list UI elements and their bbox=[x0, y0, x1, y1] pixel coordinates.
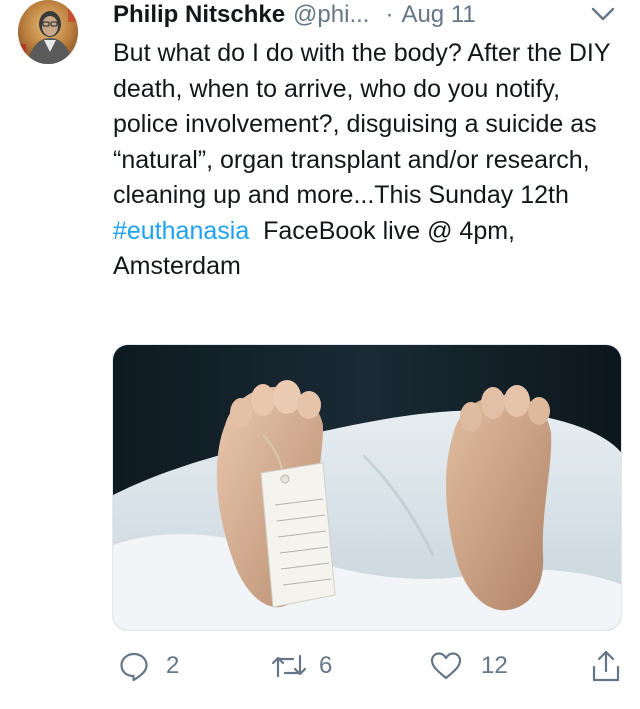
author-display-name[interactable]: Philip Nitschke bbox=[113, 0, 285, 30]
avatar-image bbox=[18, 0, 78, 64]
tweet-date[interactable]: Aug 11 bbox=[401, 0, 475, 30]
like-count: 12 bbox=[481, 652, 508, 679]
retweet-count: 6 bbox=[319, 652, 333, 679]
photo-feet-with-toe-tag-image bbox=[113, 345, 621, 630]
header-separator: · bbox=[385, 1, 394, 28]
hashtag-link[interactable]: #euthanasia bbox=[113, 217, 249, 245]
tweet-text-part: But what do I do with the body? After th… bbox=[113, 39, 611, 209]
tweet-actions: 2 6 12 bbox=[113, 646, 623, 686]
tweet-header: Philip Nitschke @phi... · Aug 11 bbox=[113, 0, 623, 30]
reply-icon bbox=[120, 652, 148, 682]
tweet[interactable]: Philip Nitschke @phi... · Aug 11 But wha… bbox=[0, 0, 640, 709]
retweet-button[interactable]: 6 bbox=[271, 646, 332, 686]
reply-button[interactable]: 2 bbox=[118, 646, 179, 686]
tweet-media-photo[interactable] bbox=[112, 344, 622, 631]
chevron-down-icon[interactable] bbox=[590, 3, 616, 25]
author-handle[interactable]: @phi... bbox=[293, 0, 369, 30]
retweet-icon bbox=[271, 654, 307, 678]
reply-count: 2 bbox=[166, 652, 180, 679]
author-avatar[interactable] bbox=[18, 0, 78, 64]
heart-icon bbox=[430, 652, 462, 680]
share-button[interactable] bbox=[591, 646, 621, 686]
share-icon bbox=[592, 650, 620, 682]
tweet-text: But what do I do with the body? After th… bbox=[113, 36, 623, 285]
like-button[interactable]: 12 bbox=[429, 646, 508, 686]
